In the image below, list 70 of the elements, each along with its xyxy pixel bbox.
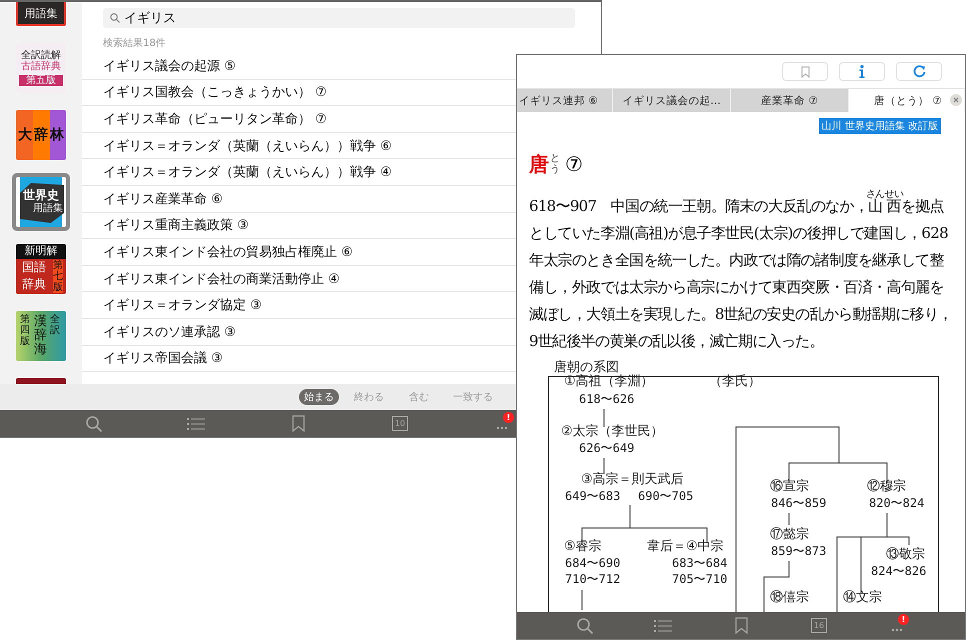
result-row[interactable]: イギリス革命（ピューリタン革命） ⑦ <box>82 106 516 133</box>
notification-badge: ! <box>898 614 909 624</box>
search-field[interactable]: イギリス <box>103 8 575 28</box>
result-row[interactable]: イギリス＝オランダ（英蘭（えいらん））戦争 ⑥ <box>82 132 516 160</box>
result-row[interactable]: イギリス＝オランダ協定 ③ <box>82 292 516 319</box>
reign-years: 705〜710 <box>672 572 728 586</box>
ruler-name: ⑱僖宗 <box>770 590 809 605</box>
refresh-icon <box>912 65 926 78</box>
result-count: 検索結果18件 <box>102 36 167 50</box>
figure-title: 唐朝の系図 <box>554 360 619 375</box>
result-row[interactable]: イギリス帝国会議 ③ <box>82 346 516 372</box>
dictionary-cover[interactable]: 大辞林 <box>16 110 66 160</box>
more-icon[interactable] <box>496 426 508 430</box>
reign-years: 683〜684 <box>672 556 728 570</box>
info-button[interactable] <box>839 62 885 81</box>
result-row[interactable]: イギリス国教会（こっきょうかい） ⑦ <box>82 80 516 106</box>
document-tab[interactable]: イギリス議会の起… <box>613 89 731 112</box>
ruler-name: ①高祖（李淵） <box>564 374 654 389</box>
filter-option[interactable]: 始まる <box>299 389 339 405</box>
result-row[interactable]: イギリスのソ連承認 ③ <box>82 318 516 346</box>
bookmark-icon[interactable] <box>292 415 304 432</box>
source-badge: 山川 世界史用語集 改訂版 <box>818 118 941 134</box>
ruler-name: ②太宗（李世民） <box>561 424 664 439</box>
list-icon[interactable] <box>654 618 672 632</box>
result-row[interactable]: イギリス東インド会社の商業活動停止 ④ <box>82 266 516 292</box>
headword-reading: とう <box>550 153 560 175</box>
result-row[interactable]: イギリス重商主義政策 ③ <box>82 212 516 240</box>
entry-text: 618〜907 中国の統一王朝。隋末の大反乱のなか，山西 さんせい を拠点としていた李淵(高祖)が息子李世民(太宗)の後押しで建国し，628年太宗のとき全国を統一した。内政では隋の諸制度を継承して整備し，外政では太宗から高宗にかけて東西突厥・百済・高句麗を滅ぼし，大領土を実現した。8世紀の安史の乱から動揺期に移り，9世紀後半の黄巣の乱以後，滅亡期に入った。 <box>529 189 953 352</box>
result-row[interactable]: イギリス＝オランダ（英蘭（えいらん））戦争 ④ <box>82 159 516 186</box>
reign-years: 690〜705 <box>638 489 694 503</box>
clan-label: （李氏） <box>709 374 761 389</box>
document-tab[interactable]: イギリス連邦 ⑥ <box>517 89 613 112</box>
search-icon[interactable] <box>576 616 594 634</box>
bookmark-button[interactable] <box>782 62 828 81</box>
dictionary-cover[interactable]: 用語集 <box>16 2 66 26</box>
result-row[interactable]: イギリス議会の起源 ⑤ <box>82 53 516 80</box>
result-row[interactable]: イギリス東インド会社の貿易独占権廃止 ⑥ <box>82 239 516 266</box>
reign-years: 846〜859 <box>771 496 826 510</box>
refresh-button[interactable] <box>896 62 942 81</box>
result-row[interactable]: イギリス産業革命 ⑥ <box>82 186 516 213</box>
dictionary-cover[interactable]: 全訳読解 古語辞典 第五版 <box>16 43 66 93</box>
ruler-name: ⑯宣宗 <box>770 479 809 494</box>
close-icon[interactable] <box>950 94 962 106</box>
list-icon[interactable] <box>187 416 205 430</box>
reign-years: 824〜826 <box>871 564 926 578</box>
reign-years: 626〜649 <box>579 441 634 455</box>
ruler-name: ⑭文宗 <box>843 590 882 605</box>
ruler-name: ③高宗＝則天武后 <box>581 472 684 487</box>
dictionary-cover[interactable]: 世界史 用語集 <box>16 177 66 227</box>
ruler-name: 韋后＝④中宗 <box>647 539 724 554</box>
bookmark-icon[interactable] <box>734 617 748 634</box>
reign-years: 618〜626 <box>579 392 634 406</box>
bookmark-icon <box>800 66 810 78</box>
reign-years: 649〜683 <box>565 489 620 503</box>
ruler-name: ⑰懿宗 <box>770 527 809 542</box>
headword: 唐 <box>529 150 549 178</box>
search-icon <box>110 13 120 23</box>
ruler-name: ⑫穆宗 <box>867 479 906 494</box>
reign-years: 684〜690 <box>565 556 620 570</box>
search-icon[interactable] <box>85 414 103 432</box>
reign-years: 710〜712 <box>565 572 620 586</box>
reign-years: 820〜824 <box>869 496 924 510</box>
info-icon <box>859 65 865 78</box>
reign-years: 859〜873 <box>771 544 826 558</box>
more-icon[interactable] <box>891 628 903 632</box>
entry-number: ⑦ <box>565 152 583 176</box>
ruler-name: ⑤睿宗 <box>564 539 602 554</box>
document-tab[interactable]: 唐（とう） ⑦ <box>849 89 965 112</box>
ruler-name: ⑬敬宗 <box>886 547 925 562</box>
notification-badge: ! <box>503 412 514 422</box>
